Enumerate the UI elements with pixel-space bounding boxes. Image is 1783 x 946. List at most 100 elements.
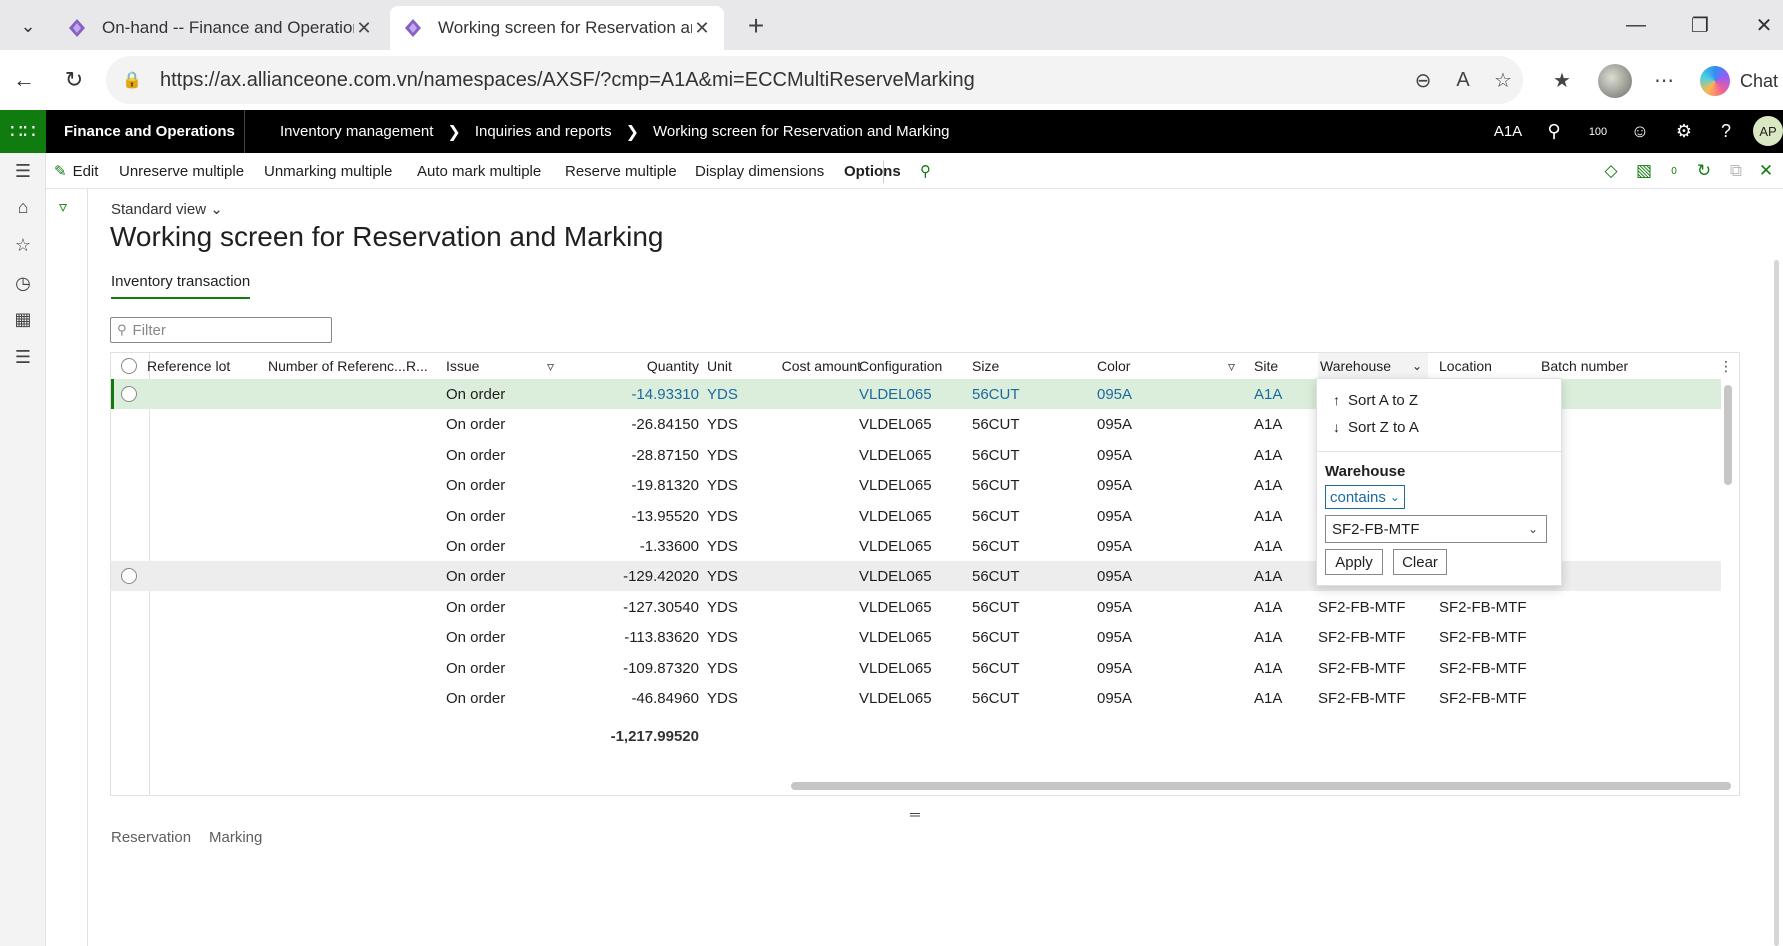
auto-mark-multiple-button[interactable]: Auto mark multiple	[417, 153, 541, 189]
attachments-icon[interactable]: 0	[1660, 157, 1688, 185]
cell-issue[interactable]: On order	[446, 653, 526, 683]
browser-tab-onhand[interactable]: On-hand -- Finance and Operation ✕	[54, 6, 386, 50]
issue-filter-funnel-icon[interactable]: ▿	[547, 353, 567, 379]
cell-issue[interactable]: On order	[446, 379, 526, 409]
vertical-scrollbar[interactable]	[1724, 385, 1732, 485]
cell-site[interactable]: A1A	[1254, 440, 1294, 470]
cell-quantity[interactable]: -19.81320	[591, 470, 699, 500]
cell-site[interactable]: A1A	[1254, 409, 1294, 439]
table-row[interactable]: On order -109.87320 YDS VLDEL065 56CUT 095A A1…	[111, 653, 1721, 683]
cell-warehouse[interactable]: SF2-FB-MTF	[1318, 683, 1428, 713]
zoom-out-icon[interactable]: ⊖	[1403, 68, 1443, 93]
cell-warehouse[interactable]: SF2-FB-MTF	[1318, 592, 1428, 622]
cell-color[interactable]: 095A	[1097, 683, 1157, 713]
help-question-icon[interactable]: ?	[1708, 110, 1744, 153]
cell-color[interactable]: 095A	[1097, 379, 1157, 409]
cell-unit[interactable]: YDS	[707, 561, 747, 591]
read-aloud-icon[interactable]: A	[1443, 69, 1483, 92]
cell-site[interactable]: A1A	[1254, 501, 1294, 531]
cell-site[interactable]: A1A	[1254, 561, 1294, 591]
tab-inventory-transaction[interactable]: Inventory transaction	[111, 273, 251, 299]
cell-quantity[interactable]: -28.87150	[591, 440, 699, 470]
column-header-r[interactable]: R...	[406, 353, 430, 379]
favorites-star-icon[interactable]: ☆	[0, 229, 46, 261]
column-header-site[interactable]: Site	[1254, 353, 1294, 379]
sort-a-to-z-option[interactable]: ↑ Sort A to Z	[1333, 389, 1418, 411]
cell-color[interactable]: 095A	[1097, 409, 1157, 439]
cell-unit[interactable]: YDS	[707, 531, 747, 561]
back-arrow-icon[interactable]: ←	[6, 62, 42, 98]
cell-color[interactable]: 095A	[1097, 653, 1157, 683]
cell-size[interactable]: 56CUT	[972, 501, 1032, 531]
cell-color[interactable]: 095A	[1097, 470, 1157, 500]
cell-color[interactable]: 095A	[1097, 531, 1157, 561]
more-menu-icon[interactable]: ⋯	[1646, 62, 1682, 98]
unreserve-multiple-button[interactable]: Unreserve multiple	[119, 153, 244, 189]
cell-size[interactable]: 56CUT	[972, 653, 1032, 683]
column-options-more-icon[interactable]: ⋮	[1719, 353, 1733, 379]
cell-configuration[interactable]: VLDEL065	[859, 622, 959, 652]
workspaces-icon[interactable]: ▦	[0, 303, 46, 335]
new-tab-plus-icon[interactable]: +	[740, 10, 772, 42]
cell-issue[interactable]: On order	[446, 409, 526, 439]
column-header-batch-number[interactable]: Batch number	[1541, 353, 1651, 379]
cell-location[interactable]: SF2-FB-MTF	[1439, 653, 1549, 683]
tab-reservation[interactable]: Reservation	[111, 829, 191, 846]
apply-button[interactable]: Apply	[1325, 549, 1383, 575]
column-header-configuration[interactable]: Configuration	[859, 353, 959, 379]
cell-size[interactable]: 56CUT	[972, 531, 1032, 561]
cell-configuration[interactable]: VLDEL065	[859, 501, 959, 531]
cell-quantity[interactable]: -113.83620	[591, 622, 699, 652]
column-header-number-of-reference[interactable]: Number of Referenc...	[268, 353, 406, 379]
cell-color[interactable]: 095A	[1097, 622, 1157, 652]
table-row[interactable]: On order -46.84960 YDS VLDEL065 56CUT 095A A1A…	[111, 683, 1721, 713]
tab-marking[interactable]: Marking	[209, 829, 262, 846]
cell-unit[interactable]: YDS	[707, 409, 747, 439]
grid-filter-input[interactable]: ⚲ Filter	[110, 317, 332, 343]
company-selector[interactable]: A1A	[1490, 110, 1526, 153]
cell-size[interactable]: 56CUT	[972, 592, 1032, 622]
cell-color[interactable]: 095A	[1097, 501, 1157, 531]
close-window-icon[interactable]: ✕	[1744, 8, 1783, 42]
home-icon[interactable]: ⌂	[0, 191, 46, 223]
filter-funnel-icon[interactable]: ▿	[59, 197, 67, 217]
smiley-feedback-icon[interactable]: ☺	[1622, 110, 1658, 153]
column-header-issue[interactable]: Issue	[446, 353, 506, 379]
reserve-multiple-button[interactable]: Reserve multiple	[565, 153, 677, 189]
cell-warehouse[interactable]: SF2-FB-MTF	[1318, 653, 1428, 683]
action-search-icon[interactable]: ⚲	[920, 153, 931, 189]
column-header-location[interactable]: Location	[1439, 353, 1519, 379]
color-filter-funnel-icon[interactable]: ▿	[1228, 353, 1248, 379]
restore-icon[interactable]: ❐	[1680, 8, 1720, 42]
cell-site[interactable]: A1A	[1254, 531, 1294, 561]
cell-issue[interactable]: On order	[446, 501, 526, 531]
column-header-size[interactable]: Size	[972, 353, 1032, 379]
horizontal-scrollbar[interactable]	[791, 782, 1731, 790]
cell-configuration[interactable]: VLDEL065	[859, 653, 959, 683]
cell-site[interactable]: A1A	[1254, 683, 1294, 713]
cell-configuration[interactable]: VLDEL065	[859, 592, 959, 622]
cell-size[interactable]: 56CUT	[972, 470, 1032, 500]
cell-configuration[interactable]: VLDEL065	[859, 561, 959, 591]
breadcrumb-inquiries-reports[interactable]: Inquiries and reports	[475, 123, 612, 140]
cell-site[interactable]: A1A	[1254, 379, 1294, 409]
column-header-unit[interactable]: Unit	[707, 353, 747, 379]
diamond-icon[interactable]: ◇	[1597, 157, 1625, 185]
cell-color[interactable]: 095A	[1097, 440, 1157, 470]
copilot-chat-button[interactable]: Chat	[1700, 64, 1778, 98]
row-select-radio[interactable]	[121, 386, 137, 402]
notifications-bell-icon[interactable]: 100	[1580, 110, 1616, 153]
close-page-icon[interactable]: ✕	[1752, 157, 1780, 185]
cell-size[interactable]: 56CUT	[972, 440, 1032, 470]
cell-configuration[interactable]: VLDEL065	[859, 683, 959, 713]
filter-value-combobox[interactable]: SF2-FB-MTF ⌄	[1325, 515, 1547, 543]
refresh-icon[interactable]: ↻	[56, 62, 92, 98]
column-header-warehouse[interactable]: Warehouse ⌄	[1318, 353, 1428, 379]
cell-issue[interactable]: On order	[446, 470, 526, 500]
profile-avatar[interactable]	[1598, 64, 1632, 98]
options-button[interactable]: Options	[844, 153, 901, 189]
cell-configuration[interactable]: VLDEL065	[859, 379, 959, 409]
cell-color[interactable]: 095A	[1097, 561, 1157, 591]
user-avatar[interactable]: AP	[1753, 116, 1783, 146]
settings-gear-icon[interactable]: ⚙	[1666, 110, 1702, 153]
